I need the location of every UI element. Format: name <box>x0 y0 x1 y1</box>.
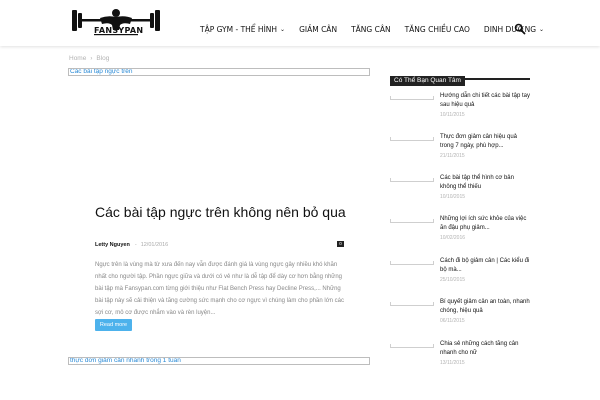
sidebar-post-title[interactable]: Chia sẻ những cách tăng cân nhanh cho nữ <box>440 340 530 358</box>
breadcrumb: Home › Blog <box>69 55 109 62</box>
sidebar-post-thumbnail[interactable] <box>390 178 434 182</box>
sidebar-post[interactable]: Bí quyết giảm cân an toàn, nhanh chóng, … <box>390 298 530 334</box>
sidebar-post-date: 10/02/2016 <box>440 235 466 241</box>
sidebar-post-title[interactable]: Bí quyết giảm cân an toàn, nhanh chóng, … <box>440 298 530 316</box>
breadcrumb-separator: › <box>90 55 93 62</box>
nav-item-giam-can[interactable]: Giảm cân <box>299 25 337 34</box>
breadcrumb-home[interactable]: Home <box>69 55 86 62</box>
sidebar-post[interactable]: Chia sẻ những cách tăng cân nhanh cho nữ… <box>390 340 530 376</box>
nav-item-label: Dinh dưỡng <box>483 24 537 34</box>
sidebar-post-thumbnail[interactable] <box>390 137 434 141</box>
sidebar-post[interactable]: Cách đi bộ giảm cân | Các kiểu đi bộ mà.… <box>390 257 530 293</box>
chevron-down-icon: ⌄ <box>539 25 545 33</box>
post-image-link[interactable]: thực đơn giảm cân nhanh trong 1 tuần <box>68 357 370 365</box>
meta-separator: - <box>134 242 137 248</box>
sidebar-post-title[interactable]: Hướng dẫn chi tiết các bài tập tay sau h… <box>440 92 530 110</box>
sidebar-header: Có Thể Bạn Quan Tâm <box>390 69 530 86</box>
sidebar-post-thumbnail[interactable] <box>390 219 434 223</box>
post-date: 12/01/2016 <box>140 242 169 248</box>
sidebar-post[interactable]: Những lợi ích sức khỏe của việc ăn đậu p… <box>390 215 530 251</box>
sidebar-post-thumbnail[interactable] <box>390 96 434 100</box>
sidebar-post-date: 25/10/2015 <box>440 277 466 283</box>
sidebar-post-date: 10/11/2015 <box>440 112 465 118</box>
read-more-button[interactable]: Read more <box>95 319 132 331</box>
nav-item-gym[interactable]: Tập Gym - Thể hình ⌄ <box>200 25 285 34</box>
nav-item-label: Tăng cân <box>351 24 391 34</box>
post-meta: Letty Nguyen - 12/01/2016 <box>95 240 345 250</box>
nav-item-tang-chieu-cao[interactable]: Tăng chiều cao <box>405 25 470 34</box>
breadcrumb-blog[interactable]: Blog <box>96 55 109 62</box>
sidebar-post-date: 13/11/2015 <box>440 360 465 366</box>
nav-item-tang-can[interactable]: Tăng cân <box>351 25 391 34</box>
logo-text: FANSYPAN <box>94 26 144 35</box>
main-nav: Tập Gym - Thể hình ⌄ Giảm cân Tăng cân T… <box>200 22 558 36</box>
site-logo[interactable]: FANSYPAN <box>70 6 162 40</box>
sidebar-post-thumbnail[interactable] <box>390 302 434 306</box>
post-excerpt: Ngực trên là vùng mà từ xưa đến nay vẫn … <box>95 262 344 316</box>
sidebar-post-title[interactable]: Cách đi bộ giảm cân | Các kiểu đi bộ mà.… <box>440 257 530 275</box>
post-image-link[interactable]: Các bài tập ngực trên <box>68 68 370 76</box>
sidebar-header-label: Có Thể Bạn Quan Tâm <box>390 76 465 86</box>
site-header: FANSYPAN Tập Gym - Thể hình ⌄ Giảm cân T… <box>0 0 600 46</box>
nav-item-label: Tăng chiều cao <box>404 24 470 34</box>
sidebar-post[interactable]: Các bài tập thể hình cơ bản không thể th… <box>390 174 530 210</box>
chevron-down-icon: ⌄ <box>280 25 286 33</box>
sidebar-post[interactable]: Hướng dẫn chi tiết các bài tập tay sau h… <box>390 92 530 128</box>
sidebar-post-date: 10/10/2015 <box>440 194 466 200</box>
sidebar-post-thumbnail[interactable] <box>390 344 434 348</box>
sidebar-post-date: 21/11/2015 <box>440 153 465 159</box>
nav-item-label: Giảm cân <box>299 24 338 34</box>
comment-count-badge[interactable]: 0 <box>337 241 344 247</box>
sidebar-post-title[interactable]: Các bài tập thể hình cơ bản không thể th… <box>440 174 530 192</box>
sidebar-post-thumbnail[interactable] <box>390 261 434 265</box>
post-author[interactable]: Letty Nguyen <box>95 242 130 248</box>
post-title[interactable]: Các bài tập ngực trên không nên bỏ qua <box>95 204 370 221</box>
nav-item-label: Tập Gym - Thể hình <box>200 24 278 34</box>
sidebar-post[interactable]: Thực đơn giảm cân hiệu quả trong 7 ngày,… <box>390 133 530 169</box>
sidebar-post-title[interactable]: Thực đơn giảm cân hiệu quả trong 7 ngày,… <box>440 133 530 151</box>
sidebar-post-date: 06/11/2015 <box>440 318 465 324</box>
sidebar-post-title[interactable]: Những lợi ích sức khỏe của việc ăn đậu p… <box>440 215 530 233</box>
search-icon[interactable] <box>514 22 526 35</box>
